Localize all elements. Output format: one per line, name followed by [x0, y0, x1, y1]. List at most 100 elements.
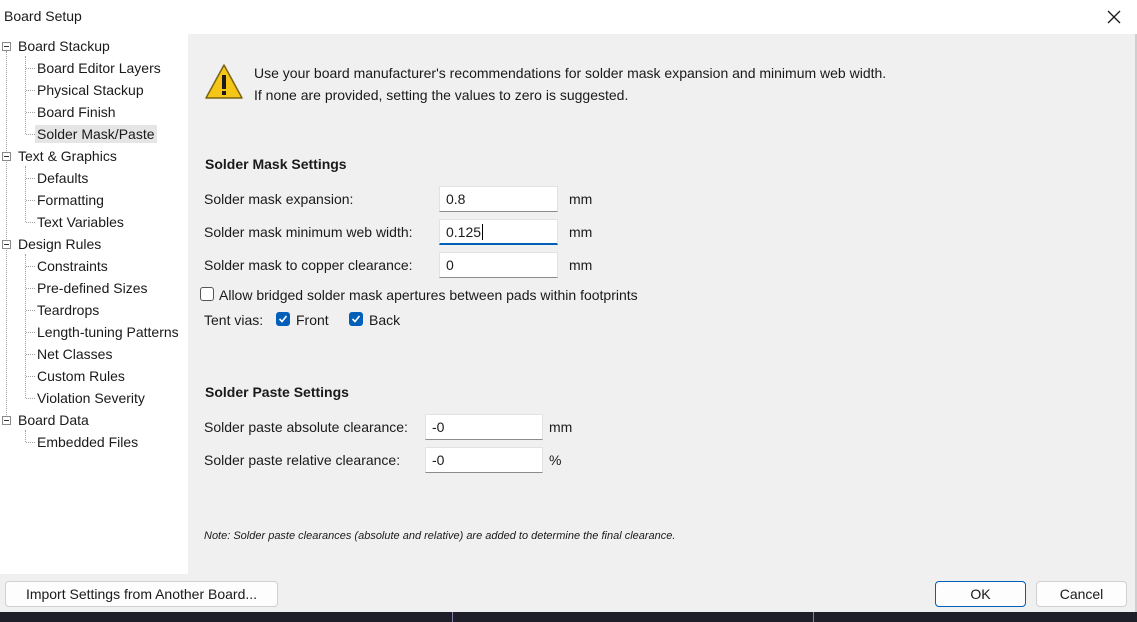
- tent-back-checkbox[interactable]: [349, 312, 363, 326]
- tree-line: [26, 442, 35, 443]
- tree-line: [25, 430, 26, 442]
- tree-item-label: Board Finish: [37, 104, 116, 120]
- tree-item-predefined-sizes[interactable]: Pre-defined Sizes: [37, 278, 148, 298]
- tree-item-length-tuning[interactable]: Length-tuning Patterns: [37, 322, 179, 342]
- tree-line: [26, 222, 35, 223]
- tree-item-defaults[interactable]: Defaults: [37, 168, 88, 188]
- mask-expansion-value: 0.8: [446, 191, 466, 207]
- tree-item-board-editor-layers[interactable]: Board Editor Layers: [37, 58, 161, 78]
- paste-absolute-value: -0: [432, 419, 445, 435]
- tree-item-label: Teardrops: [37, 302, 100, 318]
- collapse-icon[interactable]: [2, 240, 11, 249]
- collapse-icon[interactable]: [2, 42, 11, 51]
- tree-item-label: Physical Stackup: [37, 82, 144, 98]
- tree-item-board-stackup[interactable]: Board Stackup: [18, 36, 110, 56]
- close-button[interactable]: [1097, 0, 1131, 34]
- tree-item-label: Defaults: [37, 170, 89, 186]
- tree-item-label: Board Stackup: [18, 38, 110, 54]
- tent-front-label: Front: [296, 312, 329, 328]
- tree-line: [26, 134, 35, 135]
- collapse-icon[interactable]: [2, 416, 11, 425]
- tree-item-label: Text Variables: [37, 214, 124, 230]
- tree-line: [26, 178, 35, 179]
- mask-web-width-value: 0.125: [446, 224, 482, 240]
- tree-item-net-classes[interactable]: Net Classes: [37, 344, 112, 364]
- tree-item-label: Formatting: [37, 192, 104, 208]
- close-icon: [1107, 10, 1121, 24]
- paste-relative-input[interactable]: -0: [425, 447, 543, 473]
- checkmark-icon: [351, 315, 361, 323]
- tree-item-label: Pre-defined Sizes: [37, 280, 148, 296]
- mask-copper-clearance-unit: mm: [569, 257, 593, 273]
- allow-bridged-label: Allow bridged solder mask apertures betw…: [219, 287, 638, 303]
- text-caret: [482, 224, 484, 240]
- window-title: Board Setup: [4, 8, 82, 24]
- collapse-icon[interactable]: [2, 152, 11, 161]
- tent-back-label: Back: [369, 312, 401, 328]
- tree-line: [26, 288, 35, 289]
- paste-absolute-label: Solder paste absolute clearance:: [204, 419, 408, 435]
- tree-item-label: Embedded Files: [37, 434, 139, 450]
- tree-item-solder-mask-paste[interactable]: Solder Mask/Paste: [35, 124, 157, 144]
- tent-front-checkbox[interactable]: [276, 312, 290, 326]
- tree-line: [26, 90, 35, 91]
- tree-item-board-finish[interactable]: Board Finish: [37, 102, 116, 122]
- mask-expansion-label: Solder mask expansion:: [204, 191, 354, 207]
- tent-vias-label: Tent vias:: [204, 312, 264, 328]
- tree-item-teardrops[interactable]: Teardrops: [37, 300, 99, 320]
- mask-copper-clearance-label: Solder mask to copper clearance:: [204, 257, 413, 273]
- tree-line: [6, 51, 7, 425]
- tree-line: [26, 112, 35, 113]
- warning-line-1: Use your board manufacturer's recommenda…: [254, 65, 887, 81]
- tree-line: [26, 354, 35, 355]
- tree-item-embedded-files[interactable]: Embedded Files: [37, 432, 138, 452]
- tree-item-label: Violation Severity: [37, 390, 145, 406]
- paste-relative-unit: %: [549, 452, 562, 468]
- warning-line-2: If none are provided, setting the values…: [254, 87, 629, 103]
- tree-item-formatting[interactable]: Formatting: [37, 190, 104, 210]
- tree-line: [26, 68, 35, 69]
- settings-tree: Board Stackup Board Editor Layers Physic…: [0, 34, 188, 574]
- tree-line: [26, 310, 35, 311]
- tree-item-custom-rules[interactable]: Custom Rules: [37, 366, 125, 386]
- tree-item-text-graphics[interactable]: Text & Graphics: [18, 146, 117, 166]
- tree-item-board-data[interactable]: Board Data: [18, 410, 89, 430]
- tree-item-violation-severity[interactable]: Violation Severity: [37, 388, 145, 408]
- tree-line: [25, 166, 26, 222]
- mask-web-width-input[interactable]: 0.125: [439, 219, 558, 245]
- import-settings-button[interactable]: Import Settings from Another Board...: [5, 581, 278, 607]
- tree-item-label: Constraints: [37, 258, 108, 274]
- tree-line: [26, 398, 35, 399]
- warning-icon: [205, 64, 243, 99]
- tree-item-label: Board Data: [18, 412, 89, 428]
- mask-copper-clearance-value: 0: [446, 257, 454, 273]
- ok-button[interactable]: OK: [935, 581, 1026, 607]
- tree-item-label: Board Editor Layers: [37, 60, 161, 76]
- warning-message: Use your board manufacturer's recommenda…: [254, 62, 886, 106]
- paste-relative-label: Solder paste relative clearance:: [204, 452, 401, 468]
- tree-item-design-rules[interactable]: Design Rules: [18, 234, 101, 254]
- title-bar: Board Setup: [0, 0, 1137, 34]
- tree-item-label: Length-tuning Patterns: [37, 324, 179, 340]
- tree-item-physical-stackup[interactable]: Physical Stackup: [37, 80, 144, 100]
- paste-absolute-unit: mm: [549, 419, 573, 435]
- mask-copper-clearance-input[interactable]: 0: [439, 252, 558, 278]
- tree-item-label: Design Rules: [18, 236, 102, 252]
- tree-line: [26, 376, 35, 377]
- tree-line: [26, 332, 35, 333]
- tree-item-label: Solder Mask/Paste: [35, 125, 157, 143]
- allow-bridged-checkbox[interactable]: [200, 287, 214, 301]
- paste-absolute-input[interactable]: -0: [425, 414, 543, 440]
- checkmark-icon: [278, 315, 288, 323]
- mask-expansion-input[interactable]: 0.8: [439, 186, 558, 212]
- tree-item-constraints[interactable]: Constraints: [37, 256, 108, 276]
- tree-line: [26, 266, 35, 267]
- solder-mask-paste-panel: Use your board manufacturer's recommenda…: [190, 34, 1135, 574]
- cancel-button[interactable]: Cancel: [1036, 581, 1127, 607]
- tree-line: [26, 200, 35, 201]
- paste-relative-value: -0: [432, 452, 445, 468]
- mask-expansion-unit: mm: [569, 191, 593, 207]
- tree-item-text-variables[interactable]: Text Variables: [37, 212, 124, 232]
- paste-clearance-note: Note: Solder paste clearances (absolute …: [204, 530, 676, 542]
- solder-paste-section-title: Solder Paste Settings: [205, 384, 349, 400]
